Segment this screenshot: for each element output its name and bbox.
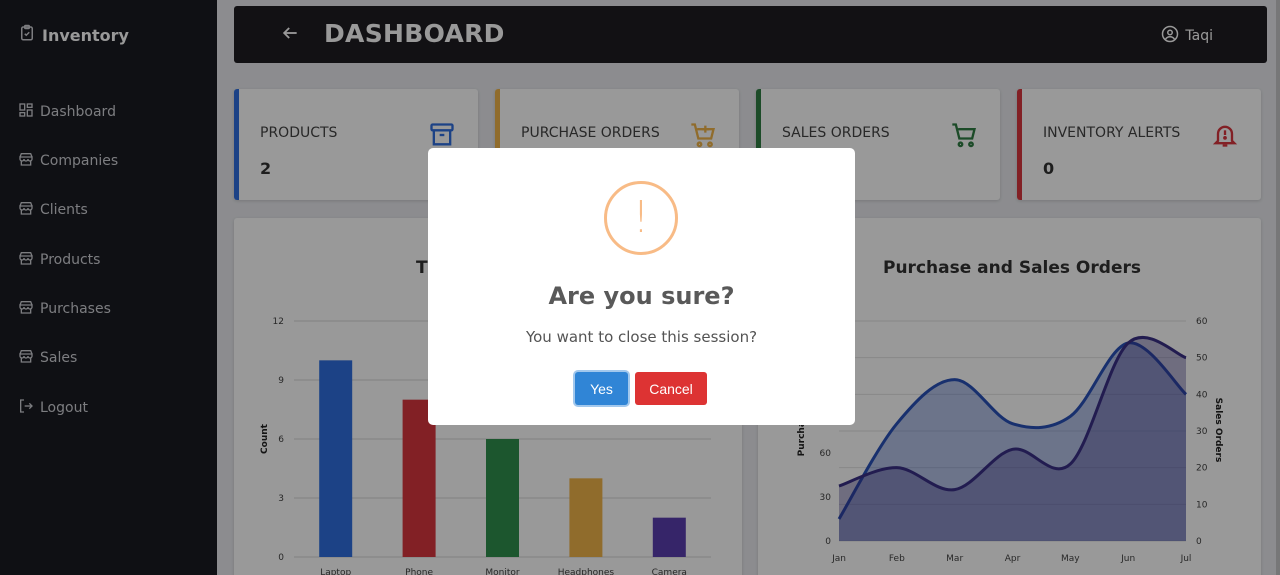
dialog-title: Are you sure? (548, 282, 735, 310)
warning-glyph: ! (632, 192, 650, 243)
cancel-button[interactable]: Cancel (635, 372, 707, 405)
warning-icon: ! (604, 181, 678, 255)
dialog-message: You want to close this session? (525, 328, 758, 346)
confirm-button[interactable]: Yes (575, 372, 628, 405)
confirm-dialog: ! Are you sure? You want to close this s… (428, 148, 855, 425)
